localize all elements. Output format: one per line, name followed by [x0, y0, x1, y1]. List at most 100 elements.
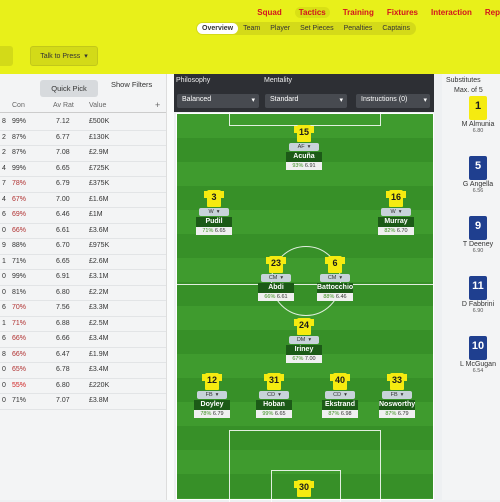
- shirt-number: 6: [332, 258, 338, 268]
- player-card[interactable]: 24 DM ▾ Iriney 67% 7.00: [277, 318, 331, 363]
- show-filters-button[interactable]: Show Filters: [111, 80, 152, 89]
- player-card[interactable]: 30: [277, 480, 331, 497]
- cell-con: 67%: [12, 195, 27, 203]
- table-row[interactable]: 0 66% 6.61 £3.6M: [0, 224, 166, 239]
- position-selector[interactable]: FB ▾: [197, 391, 227, 399]
- nav-training[interactable]: Training: [343, 8, 374, 18]
- table-row[interactable]: 0 55% 6.80 £220K: [0, 379, 166, 394]
- substitute-item[interactable]: 10 L McGugan 6.54: [456, 336, 500, 374]
- nav-fixtures[interactable]: Fixtures: [387, 8, 418, 18]
- tab-penalties[interactable]: Penalties: [339, 23, 378, 34]
- tab-set-pieces[interactable]: Set Pieces: [295, 23, 338, 34]
- shirt-number: 5: [474, 160, 482, 172]
- player-card[interactable]: 40 CD ▾ Ekstrand 87% 6.98: [313, 373, 367, 418]
- left-toolbar-button[interactable]: [0, 46, 13, 66]
- table-row[interactable]: 8 99% 7.12 £500K: [0, 115, 166, 131]
- position-label: FB: [205, 392, 213, 398]
- position-selector[interactable]: CM ▾: [261, 274, 291, 282]
- cell-val: £130K: [89, 133, 110, 141]
- substitute-item[interactable]: 1 M Almunia 6.80: [456, 96, 500, 134]
- table-row[interactable]: 0 81% 6.80 £2.2M: [0, 286, 166, 301]
- substitute-name: T Deeney: [462, 241, 494, 248]
- table-row[interactable]: 6 69% 6.46 £1M: [0, 208, 166, 224]
- tab-overview[interactable]: Overview: [197, 23, 239, 34]
- table-row[interactable]: 1 71% 6.65 £2.6M: [0, 255, 166, 270]
- add-column-icon[interactable]: +: [155, 100, 160, 110]
- position-label: DM: [296, 337, 306, 343]
- shirt-number: 12: [206, 375, 217, 385]
- col-value[interactable]: Value: [89, 102, 106, 109]
- player-rating: 6.79: [397, 411, 409, 417]
- shirt-icon: 1: [465, 96, 491, 120]
- quick-pick-button[interactable]: Quick Pick: [40, 80, 98, 97]
- table-row[interactable]: 9 88% 6.70 £975K: [0, 239, 166, 255]
- table-row[interactable]: 7 78% 6.79 £375K: [0, 177, 166, 193]
- substitute-rating: 6.54: [472, 368, 484, 374]
- table-row[interactable]: 4 67% 7.00 £1.6M: [0, 193, 166, 208]
- table-row[interactable]: 8 66% 6.47 £1.9M: [0, 348, 166, 363]
- tab-team[interactable]: Team: [238, 23, 265, 34]
- player-card[interactable]: 23 CM ▾ Abdi 66% 6.61: [249, 256, 303, 301]
- cell-n: 7: [2, 180, 6, 187]
- position-selector[interactable]: CD ▾: [325, 391, 355, 399]
- cell-rat: 6.88: [56, 319, 70, 327]
- cell-n: 0: [2, 366, 6, 373]
- player-card[interactable]: 12 FB ▾ Doyley 78% 6.79: [185, 373, 239, 418]
- cell-rat: 7.08: [56, 149, 70, 156]
- player-card[interactable]: 15 AF ▾ Acuña 93% 6.91: [277, 125, 331, 170]
- tab-captains[interactable]: Captains: [377, 23, 415, 34]
- mentality-select[interactable]: Standard ▾: [265, 94, 347, 108]
- position-selector[interactable]: FB ▾: [382, 391, 412, 399]
- table-row[interactable]: 0 65% 6.78 £3.4M: [0, 363, 166, 379]
- player-stats: 66% 6.61: [258, 293, 294, 301]
- talk-to-press-button[interactable]: Talk to Press ▾: [30, 46, 98, 66]
- table-row[interactable]: 6 70% 7.56 £3.3M: [0, 301, 166, 317]
- cell-n: 2: [2, 149, 6, 156]
- position-selector[interactable]: CD ▾: [259, 391, 289, 399]
- shirt-icon: 10: [465, 336, 491, 360]
- position-selector[interactable]: DM ▾: [289, 336, 319, 344]
- cell-n: 0: [2, 397, 6, 404]
- substitute-name: D Fabbrini: [461, 301, 495, 308]
- nav-interaction[interactable]: Interaction: [431, 8, 472, 18]
- substitute-item[interactable]: 11 D Fabbrini 6.90: [456, 276, 500, 314]
- table-row[interactable]: 6 66% 6.66 £3.4M: [0, 332, 166, 348]
- table-row[interactable]: 2 87% 7.08 £2.9M: [0, 146, 166, 162]
- player-rating: 6.98: [340, 411, 352, 417]
- cell-val: £2.2M: [89, 288, 109, 296]
- nav-rep[interactable]: Rep: [485, 8, 500, 18]
- instructions-button[interactable]: Instructions (0) ▾: [356, 94, 430, 108]
- cell-val: £2.9M: [89, 149, 109, 156]
- player-card[interactable]: 3 W ▾ Pudil 71% 6.65: [187, 190, 241, 235]
- chevron-down-icon: ▾: [251, 97, 255, 104]
- table-row[interactable]: 2 87% 6.77 £130K: [0, 131, 166, 146]
- nav-squad[interactable]: Squad: [257, 8, 281, 18]
- nav-tactics[interactable]: Tactics: [294, 7, 330, 18]
- col-con[interactable]: Con: [12, 102, 25, 109]
- table-row[interactable]: 4 99% 6.65 £725K: [0, 162, 166, 177]
- cell-rat: 6.78: [56, 366, 70, 373]
- table-row[interactable]: 1 71% 6.88 £2.5M: [0, 317, 166, 332]
- position-selector[interactable]: CM ▾: [320, 274, 350, 282]
- substitute-item[interactable]: 9 T Deeney 6.90: [456, 216, 500, 254]
- tab-player[interactable]: Player: [265, 23, 295, 34]
- philosophy-select[interactable]: Balanced ▾: [177, 94, 259, 108]
- player-card[interactable]: 33 FB ▾ Nosworthy 87% 6.79: [370, 373, 424, 418]
- table-row[interactable]: 0 71% 7.07 £3.8M: [0, 394, 166, 410]
- cell-con: 66%: [12, 335, 27, 342]
- player-card[interactable]: 6 CM ▾ Battocchio 88% 6.46: [308, 256, 362, 301]
- cell-con: 81%: [12, 288, 27, 296]
- player-card[interactable]: 16 W ▾ Murray 82% 6.70: [369, 190, 423, 235]
- chevron-down-icon: ▾: [400, 392, 404, 398]
- position-selector[interactable]: AF ▾: [289, 143, 319, 151]
- table-row[interactable]: 0 99% 6.91 £3.1M: [0, 270, 166, 286]
- substitute-item[interactable]: 5 G Angella 6.56: [456, 156, 500, 194]
- position-selector[interactable]: W ▾: [381, 208, 411, 216]
- position-selector[interactable]: W ▾: [199, 208, 229, 216]
- cell-rat: 6.77: [56, 133, 70, 141]
- cell-con: 71%: [12, 397, 27, 404]
- player-card[interactable]: 31 CD ▾ Hoban 99% 6.65: [247, 373, 301, 418]
- col-av-rat[interactable]: Av Rat: [53, 102, 74, 109]
- position-label: FB: [390, 392, 398, 398]
- substitutes-title: Substitutes: [446, 77, 481, 84]
